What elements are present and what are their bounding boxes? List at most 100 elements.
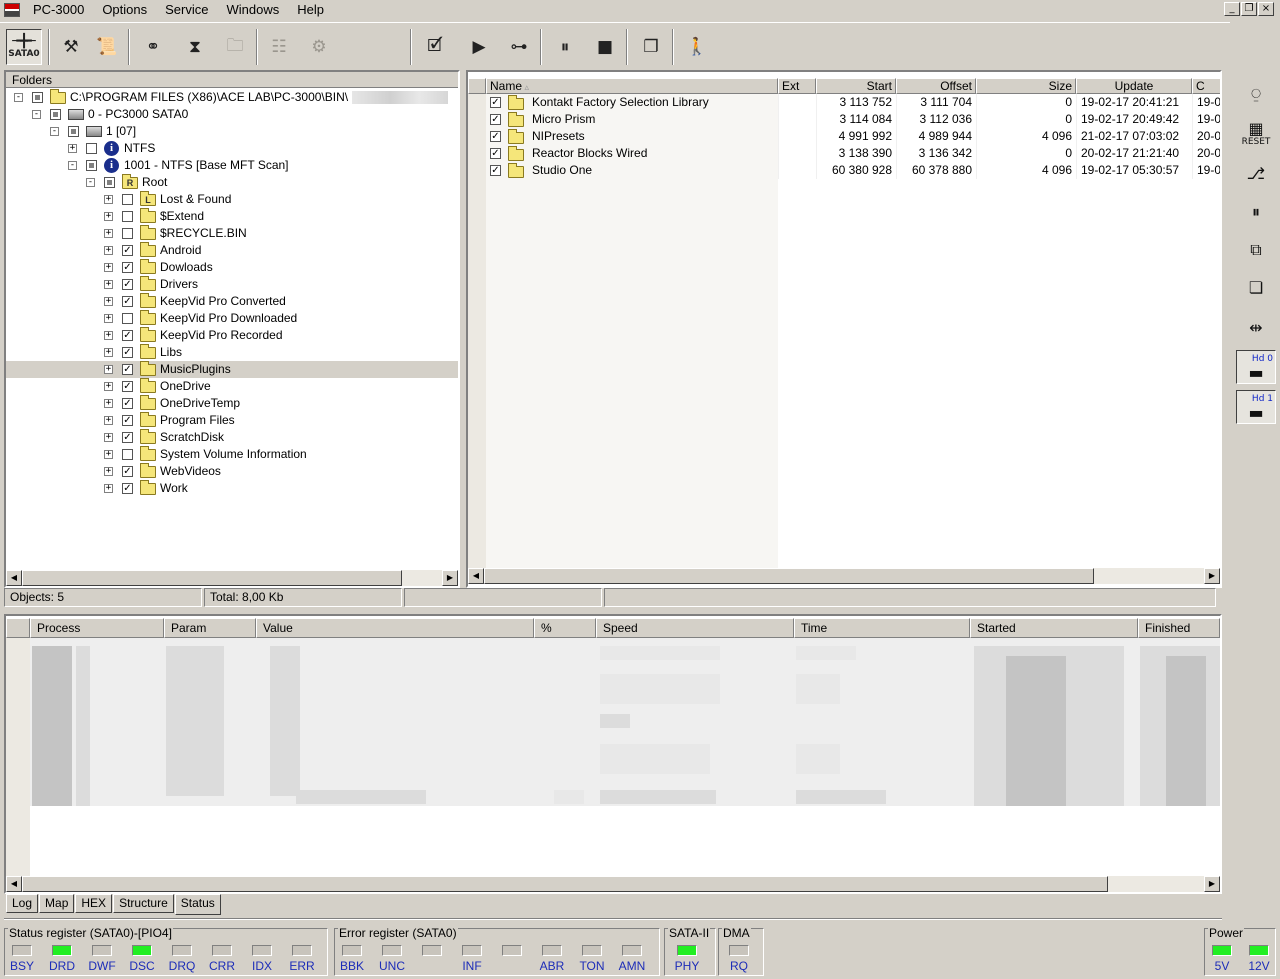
switch-button[interactable]: ⎇ [1236,156,1276,190]
expand-icon[interactable]: + [104,246,113,255]
process-header-param[interactable]: Param [164,618,256,638]
restore-button[interactable]: ❐ [1241,2,1257,16]
windows-cascade-icon[interactable]: ❐ [634,29,668,65]
menu-service[interactable]: Service [156,0,217,20]
expand-icon[interactable]: + [104,263,113,272]
collapse-icon[interactable]: - [32,110,41,119]
check-document-icon[interactable]: 🗹 [418,29,452,65]
tree-node[interactable]: + $Extend [6,208,458,225]
scroll-left-arrow-icon[interactable]: ◀ [6,876,22,892]
column-header-name[interactable]: Name ▵ [486,78,778,94]
copy-close-button[interactable]: ❏ [1236,270,1276,304]
exit-icon[interactable]: 🚶 [680,29,714,65]
node-checkbox[interactable] [122,313,133,324]
menu-options[interactable]: Options [93,0,156,20]
tree-node[interactable]: + ✓ KeepVid Pro Recorded [6,327,458,344]
tree-node[interactable]: + L Lost & Found [6,191,458,208]
file-row[interactable]: ✓ Studio One 60 380 928 60 378 880 4 096 19-0… [468,162,1220,179]
tree-node[interactable]: + ✓ Drivers [6,276,458,293]
tree-node[interactable]: - 1 [07] [6,123,458,140]
node-checkbox[interactable]: ✓ [122,415,133,426]
folder-tree[interactable]: - C:\PROGRAM FILES (X86)\ACE LAB\PC-3000\… [6,88,458,572]
node-checkbox[interactable] [32,92,43,103]
expand-icon[interactable]: + [104,450,113,459]
tab-status[interactable]: Status [174,894,221,915]
node-checkbox[interactable]: ✓ [122,262,133,273]
node-checkbox[interactable]: ✓ [122,245,133,256]
collapse-icon[interactable]: - [14,93,23,102]
tab-log[interactable]: Log [6,894,39,913]
tree-node[interactable]: + ✓ WebVideos [6,463,458,480]
branch-flow-icon[interactable]: ⊶ [502,29,536,65]
node-checkbox[interactable]: ✓ [122,432,133,443]
power-off-button[interactable]: ⍜ [1236,76,1276,110]
folders-hscrollbar[interactable]: ◀ ▶ [6,570,458,586]
network-button[interactable]: ⧉ [1236,232,1276,266]
column-header-c[interactable]: C [1192,78,1220,94]
menu-help[interactable]: Help [288,0,333,20]
folder-export-icon[interactable]: 🗀 [218,29,252,65]
tree-node[interactable]: + ✓ Android [6,242,458,259]
expand-icon[interactable]: + [104,195,113,204]
tree-node[interactable]: + ✓ MusicPlugins [6,361,458,378]
scroll-right-arrow-icon[interactable]: ▶ [1204,568,1220,584]
node-checkbox[interactable]: ✓ [122,347,133,358]
expand-icon[interactable]: + [104,297,113,306]
node-checkbox[interactable] [86,143,97,154]
file-checkbox[interactable]: ✓ [490,148,501,159]
file-checkbox[interactable]: ✓ [490,97,501,108]
tree-node[interactable]: + ✓ KeepVid Pro Converted [6,293,458,310]
play-icon[interactable]: ▶ [462,29,496,65]
tree-node[interactable]: + ✓ Program Files [6,412,458,429]
folders-scroll-thumb[interactable] [22,570,402,586]
menu-windows[interactable]: Windows [217,0,288,20]
hd1-button[interactable]: Hd 1 ▬ [1236,390,1276,424]
file-checkbox[interactable]: ✓ [490,165,501,176]
process-grid[interactable]: Process Param Value% Speed Time Started Finish… [6,616,1220,876]
tree-node[interactable]: + System Volume Information [6,446,458,463]
hourglass-icon[interactable]: ⧗ [178,29,212,65]
expand-icon[interactable]: + [104,467,113,476]
node-checkbox[interactable] [122,211,133,222]
tree-node[interactable]: - C:\PROGRAM FILES (X86)\ACE LAB\PC-3000\… [6,89,458,106]
app-icon[interactable] [4,3,20,17]
tree-node[interactable]: + ✓ Libs [6,344,458,361]
tree-node[interactable]: + ✓ Work [6,480,458,497]
node-checkbox[interactable] [50,109,61,120]
tree-node[interactable]: - R Root [6,174,458,191]
expand-icon[interactable]: + [104,331,113,340]
process-header-%[interactable]: % [534,618,596,638]
stop-icon[interactable]: ■ [588,29,622,65]
expand-icon[interactable]: + [104,399,113,408]
reset-button[interactable]: ▦ RESET [1236,116,1276,150]
side-pause-button[interactable]: ⏸ [1236,194,1276,228]
file-row[interactable]: ✓ Micro Prism 3 114 084 3 112 036 0 19-02-17 … [468,111,1220,128]
expand-icon[interactable]: + [104,212,113,221]
tree-node[interactable]: + ✓ OneDrive [6,378,458,395]
scroll-icon[interactable]: 📜 [90,29,124,65]
tree-node[interactable]: + KeepVid Pro Downloaded [6,310,458,327]
tree-structure-icon[interactable]: ☷ [262,29,296,65]
node-checkbox[interactable] [122,194,133,205]
tab-hex[interactable]: HEX [75,894,113,913]
tree-node[interactable]: + $RECYCLE.BIN [6,225,458,242]
expand-icon[interactable]: + [104,433,113,442]
tree-node[interactable]: + i NTFS [6,140,458,157]
tree-node[interactable]: + ✓ OneDriveTemp [6,395,458,412]
scroll-right-arrow-icon[interactable]: ▶ [442,570,458,586]
node-checkbox[interactable] [122,449,133,460]
file-row[interactable]: ✓ Reactor Blocks Wired 3 138 390 3 136 342 0… [468,145,1220,162]
column-header-size[interactable]: Size [976,78,1076,94]
scroll-left-arrow-icon[interactable]: ◀ [6,570,22,586]
expand-icon[interactable]: + [68,144,77,153]
file-row[interactable]: ✓ NIPresets 4 991 992 4 989 944 4 096 21-02-1… [468,128,1220,145]
node-checkbox[interactable]: ✓ [122,483,133,494]
node-checkbox[interactable]: ✓ [122,398,133,409]
process-header-started[interactable]: Started [970,618,1138,638]
node-checkbox[interactable] [104,177,115,188]
close-button[interactable]: × [1258,2,1274,16]
node-checkbox[interactable] [122,228,133,239]
expand-icon[interactable]: + [104,484,113,493]
column-header-offset[interactable]: Offset [896,78,976,94]
expand-icon[interactable]: + [104,416,113,425]
